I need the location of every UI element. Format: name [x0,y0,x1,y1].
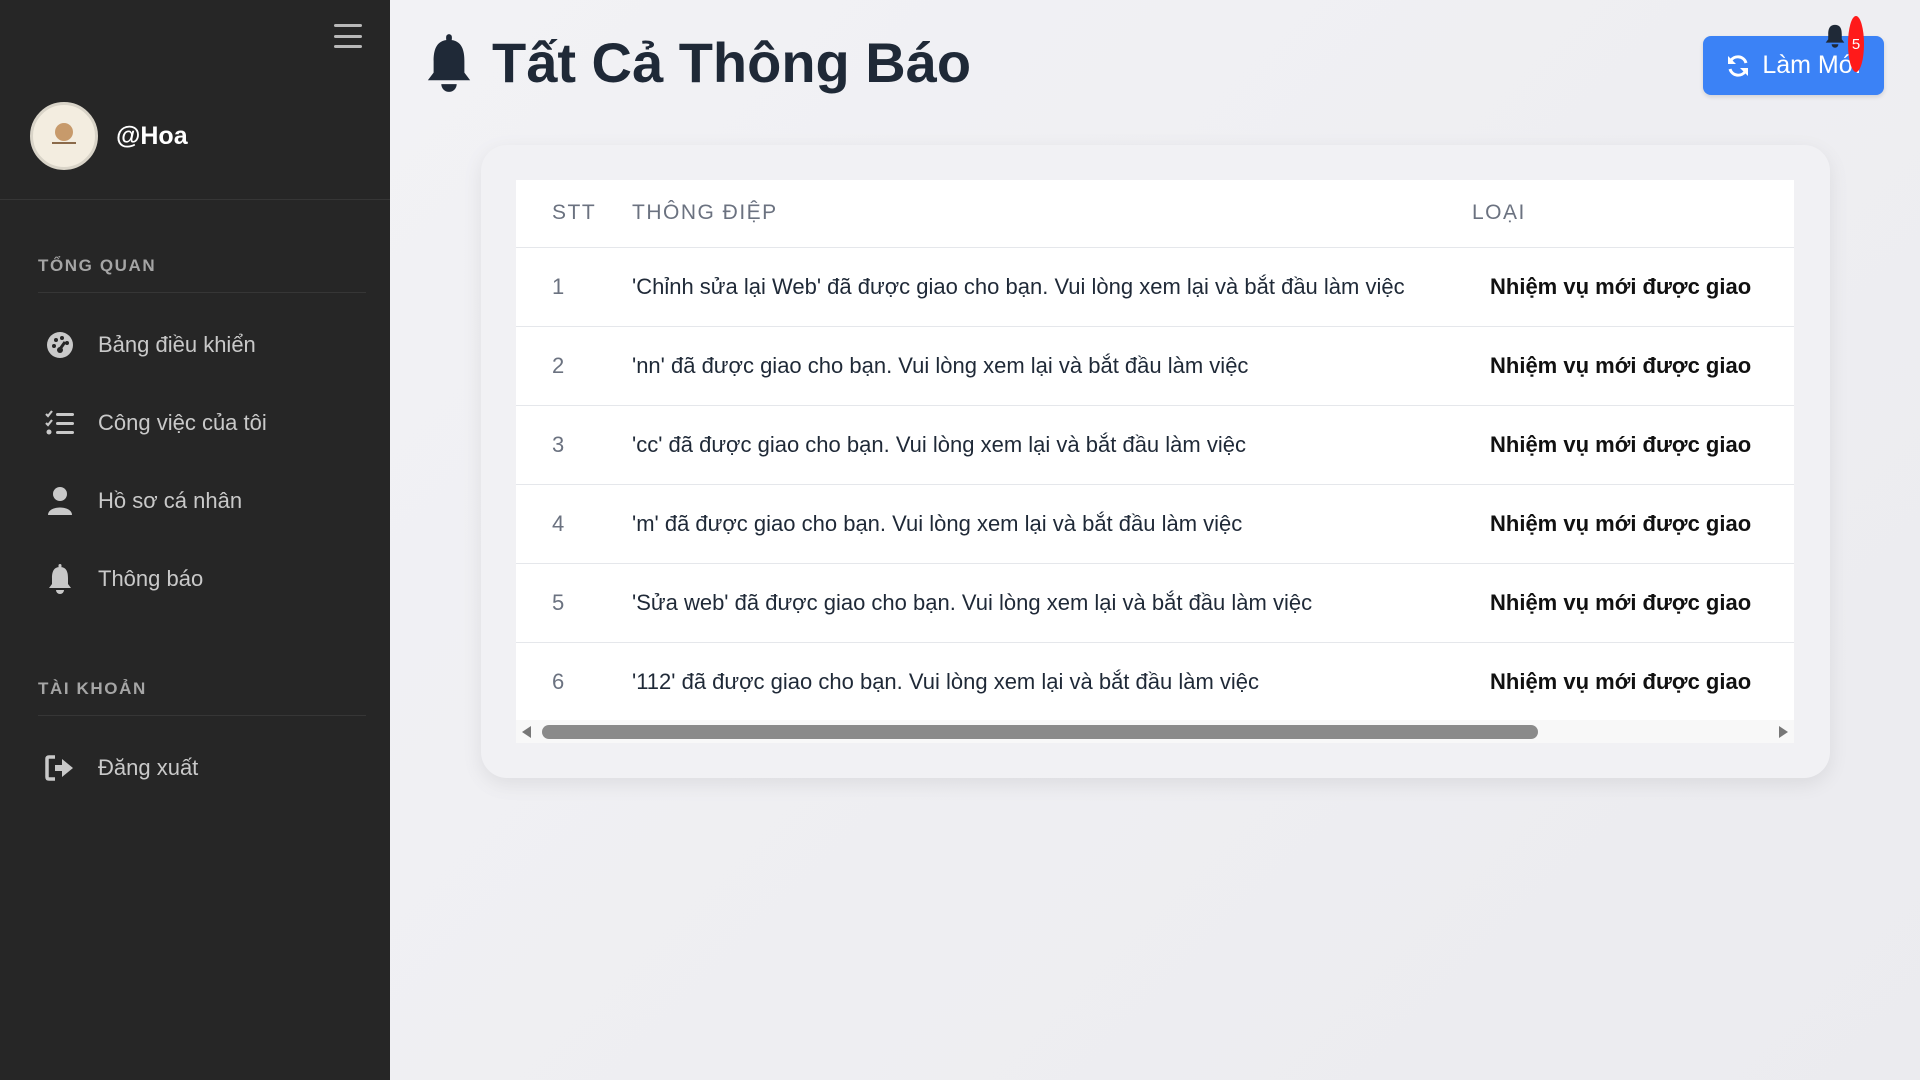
username: @Hoa [116,121,188,150]
sidebar-item-label: Công việc của tôi [98,410,267,435]
column-header-stt: STT [516,180,632,248]
user-profile[interactable]: @Hoa [30,102,188,170]
scrollbar-thumb[interactable] [542,725,1538,739]
dashboard-icon [30,317,90,373]
table-row[interactable]: 2 'nn' đã được giao cho bạn. Vui lòng xe… [516,326,1794,406]
column-header-type: LOẠI [1470,180,1794,248]
table-row[interactable]: 3 'cc' đã được giao cho bạn. Vui lòng xe… [516,405,1794,485]
cell-stt: 5 [516,563,632,643]
refresh-button-label: Làm Mới [1762,51,1861,79]
cell-stt: 1 [516,247,632,327]
divider [38,292,366,293]
scroll-right-arrow-icon[interactable] [1779,726,1788,738]
horizontal-scrollbar[interactable] [516,720,1794,743]
table-row[interactable]: 4 'm' đã được giao cho bạn. Vui lòng xem… [516,484,1794,564]
sidebar-item-label: Thông báo [98,566,204,591]
page-header: Tất Cả Thông Báo [424,30,971,95]
column-header-message: THÔNG ĐIỆP [632,180,1470,248]
cell-message: 'm' đã được giao cho bạn. Vui lòng xem l… [632,484,1470,564]
cell-message: 'nn' đã được giao cho bạn. Vui lòng xem … [632,326,1470,406]
cell-message: 'Chỉnh sửa lại Web' đã được giao cho bạn… [632,247,1470,327]
cell-type: Nhiệm vụ mới được giao [1470,247,1794,327]
notification-bell-icon[interactable] [1824,22,1846,53]
task-list-icon [30,395,90,451]
section-label-account: TÀI KHOẢN [38,679,147,698]
sidebar-item-my-tasks[interactable]: Công việc của tôi [30,395,370,451]
cell-stt: 2 [516,326,632,406]
notifications-table: STT THÔNG ĐIỆP LOẠI 1 'Chỉnh sửa lại Web… [516,180,1794,722]
divider [0,199,390,200]
bell-icon [30,551,90,607]
user-icon [30,473,90,529]
sidebar-item-label: Bảng điều khiển [98,332,256,357]
avatar-logo-icon [52,123,76,144]
table-row[interactable]: 1 'Chỉnh sửa lại Web' đã được giao cho b… [516,247,1794,327]
sidebar-item-notifications[interactable]: Thông báo [30,551,370,607]
cell-type: Nhiệm vụ mới được giao [1470,563,1794,643]
scroll-left-arrow-icon[interactable] [522,726,531,738]
cell-message: 'Sửa web' đã được giao cho bạn. Vui lòng… [632,563,1470,643]
table-row[interactable]: 6 '112' đã được giao cho bạn. Vui lòng x… [516,642,1794,722]
section-label-overview: TỔNG QUAN [38,256,157,275]
table-header-row: STT THÔNG ĐIỆP LOẠI [516,180,1794,248]
sidebar-item-dashboard[interactable]: Bảng điều khiển [30,317,370,373]
cell-message: 'cc' đã được giao cho bạn. Vui lòng xem … [632,405,1470,485]
divider [38,715,366,716]
sidebar-item-label: Đăng xuất [98,755,199,780]
sidebar: @Hoa TỔNG QUAN Bảng điều khiển Công việc… [0,0,390,1080]
sidebar-item-profile[interactable]: Hồ sơ cá nhân [30,473,370,529]
cell-stt: 4 [516,484,632,564]
cell-type: Nhiệm vụ mới được giao [1470,484,1794,564]
bell-icon [427,33,471,92]
cell-type: Nhiệm vụ mới được giao [1470,642,1794,722]
cell-stt: 6 [516,642,632,722]
page-title: Tất Cả Thông Báo [492,31,972,94]
sidebar-item-label: Hồ sơ cá nhân [98,488,243,513]
notifications-table-container: STT THÔNG ĐIỆP LOẠI 1 'Chỉnh sửa lại Web… [516,180,1794,743]
notification-count-badge: 5 [1848,16,1864,72]
table-row[interactable]: 5 'Sửa web' đã được giao cho bạn. Vui lò… [516,563,1794,643]
sidebar-item-logout[interactable]: Đăng xuất [30,740,370,796]
cell-stt: 3 [516,405,632,485]
cell-type: Nhiệm vụ mới được giao [1470,405,1794,485]
hamburger-menu-icon[interactable] [334,24,362,48]
cell-message: '112' đã được giao cho bạn. Vui lòng xem… [632,642,1470,722]
avatar [30,102,98,170]
refresh-icon [1728,54,1749,77]
logout-icon [30,740,90,796]
cell-type: Nhiệm vụ mới được giao [1470,326,1794,406]
